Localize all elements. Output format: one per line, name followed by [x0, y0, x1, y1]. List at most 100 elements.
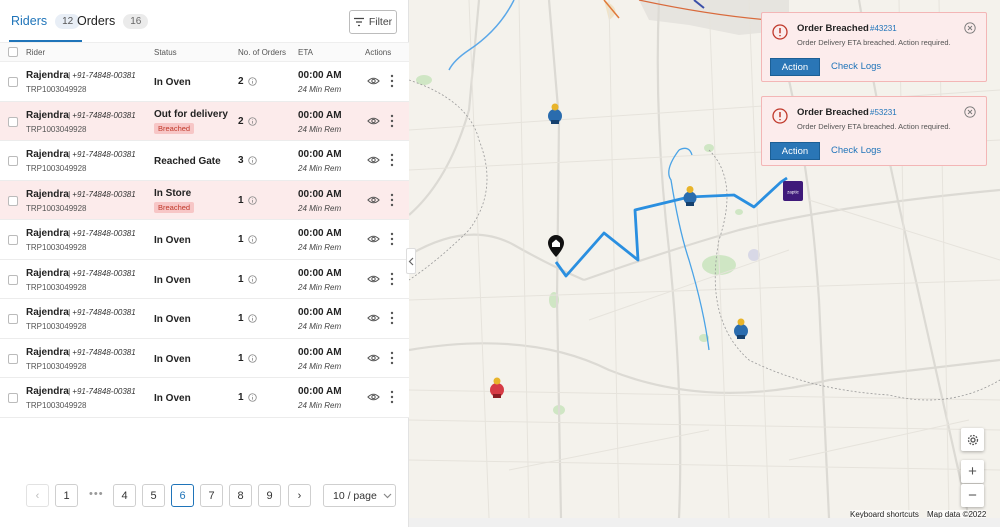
trip-id: TRP1003049928: [26, 124, 87, 134]
info-icon[interactable]: [247, 235, 257, 244]
table-row[interactable]: Rajendra | +91-74848-00381 TRP1003049928 In…: [0, 220, 409, 260]
eye-icon[interactable]: [367, 353, 380, 363]
more-vertical-icon[interactable]: [389, 153, 395, 167]
check-logs-link[interactable]: Check Logs: [831, 145, 881, 156]
home-pin-icon: [548, 235, 564, 257]
row-checkbox[interactable]: [8, 353, 18, 364]
eta-remaining: 24 Min Rem: [298, 243, 342, 252]
info-icon[interactable]: [247, 314, 257, 323]
alert-order-id[interactable]: #43231: [870, 24, 897, 33]
row-checkbox[interactable]: [8, 235, 18, 245]
more-vertical-icon[interactable]: [389, 351, 395, 365]
page-size-value: 10 / page: [333, 489, 377, 502]
table-row[interactable]: Rajendra | +91-74848-00381 TRP1003049928 In…: [0, 299, 409, 339]
close-icon[interactable]: [964, 22, 976, 34]
eye-icon[interactable]: [367, 195, 380, 205]
table-row[interactable]: Rajendra | +91-74848-00381 TRP1003049928 Re…: [0, 141, 409, 181]
info-icon[interactable]: [247, 353, 257, 363]
alert-message: Order Delivery ETA breached. Action requ…: [797, 38, 951, 47]
eye-icon[interactable]: [367, 274, 380, 284]
table-row[interactable]: Rajendra | +91-74848-00381 TRP1003049928 In…: [0, 338, 409, 378]
row-checkbox[interactable]: [8, 393, 18, 403]
eta-time: 00:00 AM: [298, 346, 342, 358]
eta-remaining: 24 Min Rem: [298, 203, 342, 213]
map-settings-button[interactable]: [961, 428, 984, 451]
order-breached-alert: Order Breached #53231 Order Delivery ETA b…: [761, 96, 987, 166]
eye-icon[interactable]: [367, 155, 380, 165]
table-row[interactable]: Rajendra | +91-74848-00381 TRP1003049928 Ou…: [0, 101, 409, 141]
more-vertical-icon[interactable]: [389, 272, 395, 286]
order-breached-alert: Order Breached #43231 Order Delivery ETA b…: [761, 12, 987, 82]
zoom-in-button[interactable]: +: [961, 460, 984, 483]
alert-action-button[interactable]: Action: [770, 58, 820, 76]
tab-riders[interactable]: Riders 12: [8, 0, 83, 42]
page-size-select[interactable]: 10 / page: [323, 484, 396, 507]
info-icon[interactable]: [247, 77, 257, 86]
prev-page-button[interactable]: ‹: [26, 484, 49, 507]
alert-action-button[interactable]: Action: [770, 142, 820, 160]
page-5-button[interactable]: 5: [142, 484, 165, 507]
rider-phone: | +91-74848-00381: [68, 229, 136, 238]
col-actions: Actions: [365, 48, 392, 57]
check-logs-link[interactable]: Check Logs: [831, 61, 881, 72]
next-page-button[interactable]: ›: [288, 484, 311, 507]
close-icon[interactable]: [964, 106, 976, 118]
order-count: 1: [238, 195, 257, 206]
tab-orders[interactable]: Orders 16: [77, 0, 149, 42]
row-checkbox[interactable]: [8, 77, 18, 87]
filter-button[interactable]: Filter: [349, 10, 397, 34]
order-count-value: 1: [238, 352, 244, 364]
order-count-value: 1: [238, 234, 244, 245]
rider-name: Rajendra: [26, 109, 69, 121]
page-1-button[interactable]: 1: [55, 484, 78, 507]
row-checkbox[interactable]: [8, 116, 18, 127]
tab-orders-label: Orders: [77, 14, 116, 28]
rider-status: Out for delivery: [154, 108, 228, 120]
more-vertical-icon[interactable]: [389, 232, 395, 246]
page-4-button[interactable]: 4: [113, 484, 136, 507]
info-icon[interactable]: [247, 393, 257, 402]
zoom-out-button[interactable]: −: [961, 484, 984, 507]
page-7-button[interactable]: 7: [200, 484, 223, 507]
table-row[interactable]: Rajendra | +91-74848-00381 TRP1003049928 In…: [0, 259, 409, 299]
info-icon[interactable]: [247, 195, 257, 205]
eye-icon[interactable]: [367, 234, 380, 244]
collapse-panel-button[interactable]: [406, 248, 416, 274]
alert-order-id[interactable]: #53231: [870, 108, 897, 117]
more-vertical-icon[interactable]: [389, 114, 395, 128]
eye-icon[interactable]: [367, 76, 380, 86]
eta-remaining: 24 Min Rem: [298, 85, 342, 94]
order-count-value: 1: [238, 392, 244, 403]
order-count-value: 3: [238, 155, 244, 166]
order-count: 2: [238, 116, 257, 127]
eye-icon[interactable]: [367, 392, 380, 402]
page-6-button[interactable]: 6: [171, 484, 194, 507]
select-all-checkbox[interactable]: [8, 47, 18, 57]
table-row[interactable]: Rajendra | +91-74848-00381 TRP1003049928 In…: [0, 378, 409, 418]
info-icon[interactable]: [247, 156, 257, 165]
eye-icon[interactable]: [367, 116, 380, 126]
row-checkbox[interactable]: [8, 156, 18, 166]
row-checkbox[interactable]: [8, 274, 18, 285]
rider-name: Rajendra: [26, 386, 69, 397]
trip-id: TRP1003049928: [26, 164, 87, 173]
alert-message: Order Delivery ETA breached. Action requ…: [797, 122, 951, 131]
chevron-left-icon: [408, 257, 414, 265]
page-9-button[interactable]: 9: [258, 484, 281, 507]
info-icon[interactable]: [247, 274, 257, 284]
page-8-button[interactable]: 8: [229, 484, 252, 507]
order-count: 2: [238, 76, 257, 87]
rider-status: In Store: [154, 187, 192, 199]
more-vertical-icon[interactable]: [389, 311, 395, 325]
more-vertical-icon[interactable]: [389, 74, 395, 88]
info-icon[interactable]: [247, 116, 257, 126]
pagination-ellipsis[interactable]: •••: [89, 488, 104, 500]
table-row[interactable]: Rajendra | +91-74848-00381 TRP1003049928 In…: [0, 62, 409, 102]
table-row[interactable]: Rajendra | +91-74848-00381 TRP1003049928 In…: [0, 180, 409, 220]
row-checkbox[interactable]: [8, 314, 18, 324]
eye-icon[interactable]: [367, 313, 380, 323]
row-checkbox[interactable]: [8, 195, 18, 206]
more-vertical-icon[interactable]: [389, 390, 395, 404]
more-vertical-icon[interactable]: [389, 193, 395, 207]
rider-status: In Oven: [154, 274, 191, 286]
